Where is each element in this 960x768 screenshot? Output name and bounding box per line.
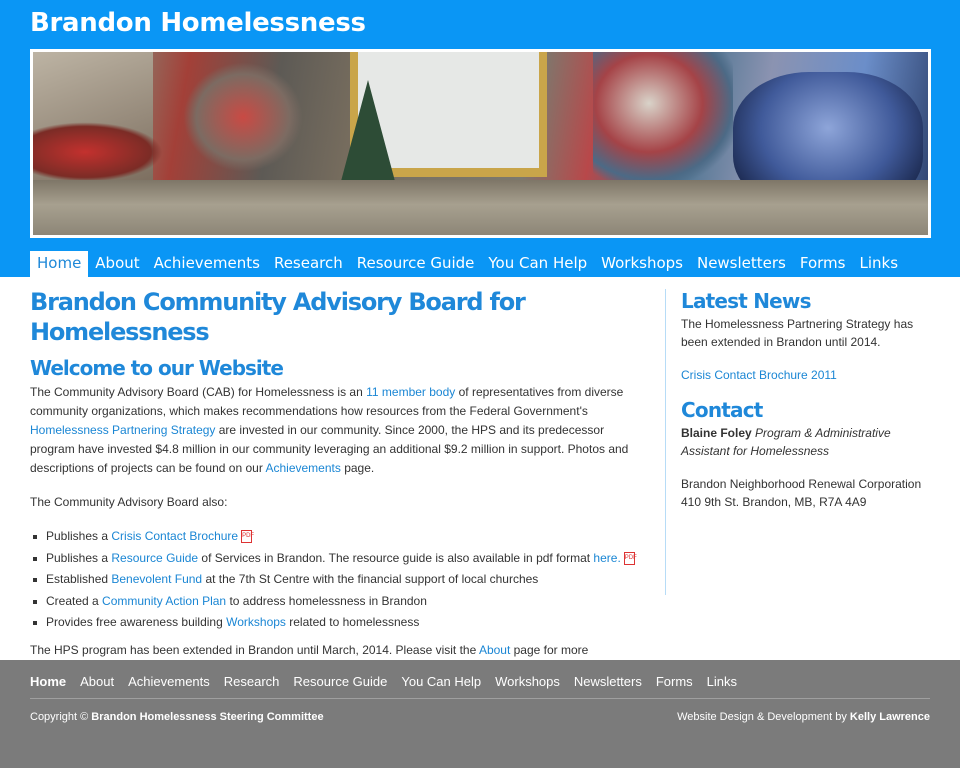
benevolent-fund-link[interactable]: Benevolent Fund xyxy=(111,572,202,586)
contact-org: Brandon Neighborhood Renewal Corporation xyxy=(681,477,922,491)
footer-nav: Home About Achievements Research Resourc… xyxy=(30,674,751,689)
crisis-brochure-link[interactable]: Crisis Contact Brochure xyxy=(111,529,238,543)
resource-guide-pdf-link[interactable]: here. xyxy=(593,551,620,565)
also-text: The Community Advisory Board also: xyxy=(30,495,228,509)
footer-nav-home[interactable]: Home xyxy=(30,674,66,689)
footer-nav-workshops[interactable]: Workshops xyxy=(495,674,560,689)
footer-nav-research[interactable]: Research xyxy=(224,674,280,689)
list-item: Publishes a Resource Guide of Services i… xyxy=(30,548,645,570)
cab-list: Publishes a Crisis Contact Brochure PDF P… xyxy=(30,526,645,634)
credit-prefix: Website Design & Development by xyxy=(677,711,850,723)
page-title: Brandon Community Advisory Board for Hom… xyxy=(30,288,526,346)
list-item-text: Provides free awareness building xyxy=(46,615,227,629)
list-item-text: Publishes a xyxy=(46,529,112,543)
site-footer: Home About Achievements Research Resourc… xyxy=(0,660,960,768)
intro-text-1: The Community Advisory Board (CAB) for H… xyxy=(30,385,367,399)
crisis-brochure-2011-link[interactable]: Crisis Contact Brochure 2011 xyxy=(681,368,837,382)
site-title[interactable]: Brandon Homelessness xyxy=(30,8,366,38)
footer-nav-achievements[interactable]: Achievements xyxy=(128,674,210,689)
sidebar: Latest News The Homelessness Partnering … xyxy=(681,289,936,511)
list-item: Created a Community Action Plan to addre… xyxy=(30,591,645,613)
pdf-icon[interactable]: PDF xyxy=(241,530,254,544)
workshops-link[interactable]: Workshops xyxy=(226,615,286,629)
resource-guide-link[interactable]: Resource Guide xyxy=(111,551,198,565)
nav-links[interactable]: Links xyxy=(852,251,905,277)
list-item-text: Established xyxy=(46,572,112,586)
main-content: Brandon Community Advisory Board for Hom… xyxy=(30,287,645,679)
credit-name[interactable]: Kelly Lawrence xyxy=(850,711,930,723)
nav-you-can-help[interactable]: You Can Help xyxy=(481,251,594,277)
copyright-prefix: Copyright © xyxy=(30,711,92,723)
footer-divider xyxy=(30,698,930,699)
list-item-text: at the 7th St Centre with the financial … xyxy=(202,572,539,586)
footer-nav-newsletters[interactable]: Newsletters xyxy=(574,674,642,689)
news-text: The Homelessness Partnering Strategy has… xyxy=(681,317,914,349)
hps-link[interactable]: Homelessness Partnering Strategy xyxy=(30,423,215,437)
hps-text-1: The HPS program has been extended in Bra… xyxy=(30,642,479,657)
contact-person: Blaine Foley Program & Administrative As… xyxy=(681,424,936,460)
design-credit: Website Design & Development by Kelly La… xyxy=(677,711,930,723)
list-item-text: Publishes a xyxy=(46,550,112,565)
nav-workshops[interactable]: Workshops xyxy=(594,251,690,277)
intro-text-4: page. xyxy=(340,461,375,475)
latest-news-heading: Latest News xyxy=(681,289,811,313)
list-item-text: of Services in Brandon. The resource gui… xyxy=(198,550,594,565)
list-item: Publishes a Crisis Contact Brochure PDF xyxy=(30,526,645,548)
site-header: Brandon Homelessness Home About Achievem… xyxy=(0,0,960,277)
pdf-icon[interactable]: PDF xyxy=(623,551,637,565)
member-body-link[interactable]: 11 member body xyxy=(366,385,455,399)
community-action-plan-link[interactable]: Community Action Plan xyxy=(102,594,226,608)
nav-research[interactable]: Research xyxy=(267,251,350,277)
concrete-ledge xyxy=(33,180,928,235)
nav-about[interactable]: About xyxy=(88,251,146,277)
footer-nav-links[interactable]: Links xyxy=(707,674,737,689)
copyright: Copyright © Brandon Homelessness Steerin… xyxy=(30,711,324,723)
contact-name: Blaine Foley xyxy=(681,426,752,440)
list-item-text: to address homelessness in Brandon xyxy=(226,593,427,608)
main-nav: Home About Achievements Research Resourc… xyxy=(30,251,905,277)
nav-home[interactable]: Home xyxy=(30,251,89,277)
banner-image xyxy=(30,49,931,238)
contact-heading: Contact xyxy=(681,398,763,422)
footer-nav-forms[interactable]: Forms xyxy=(656,674,693,689)
nav-resource-guide[interactable]: Resource Guide xyxy=(350,251,482,277)
list-item: Established Benevolent Fund at the 7th S… xyxy=(30,569,645,591)
ceramic-tree xyxy=(340,80,396,185)
list-item-text: related to homelessness xyxy=(285,615,420,629)
footer-nav-you-can-help[interactable]: You Can Help xyxy=(401,674,481,689)
about-link[interactable]: About xyxy=(479,643,510,657)
nav-achievements[interactable]: Achievements xyxy=(147,251,267,277)
welcome-heading: Welcome to our Website xyxy=(30,356,284,380)
copyright-org: Brandon Homelessness Steering Committee xyxy=(91,711,324,723)
contact-address: 410 9th St. Brandon, MB, R7A 4A9 xyxy=(681,495,867,509)
nav-forms[interactable]: Forms xyxy=(793,251,853,277)
sidebar-divider xyxy=(665,289,666,595)
nav-newsletters[interactable]: Newsletters xyxy=(690,251,793,277)
footer-nav-resource-guide[interactable]: Resource Guide xyxy=(293,674,387,689)
achievements-link[interactable]: Achievements xyxy=(265,461,340,475)
list-item-text: Created a xyxy=(46,593,103,608)
list-item: Provides free awareness building Worksho… xyxy=(30,612,645,634)
intro-paragraph: The Community Advisory Board (CAB) for H… xyxy=(30,383,645,478)
footer-nav-about[interactable]: About xyxy=(80,674,114,689)
